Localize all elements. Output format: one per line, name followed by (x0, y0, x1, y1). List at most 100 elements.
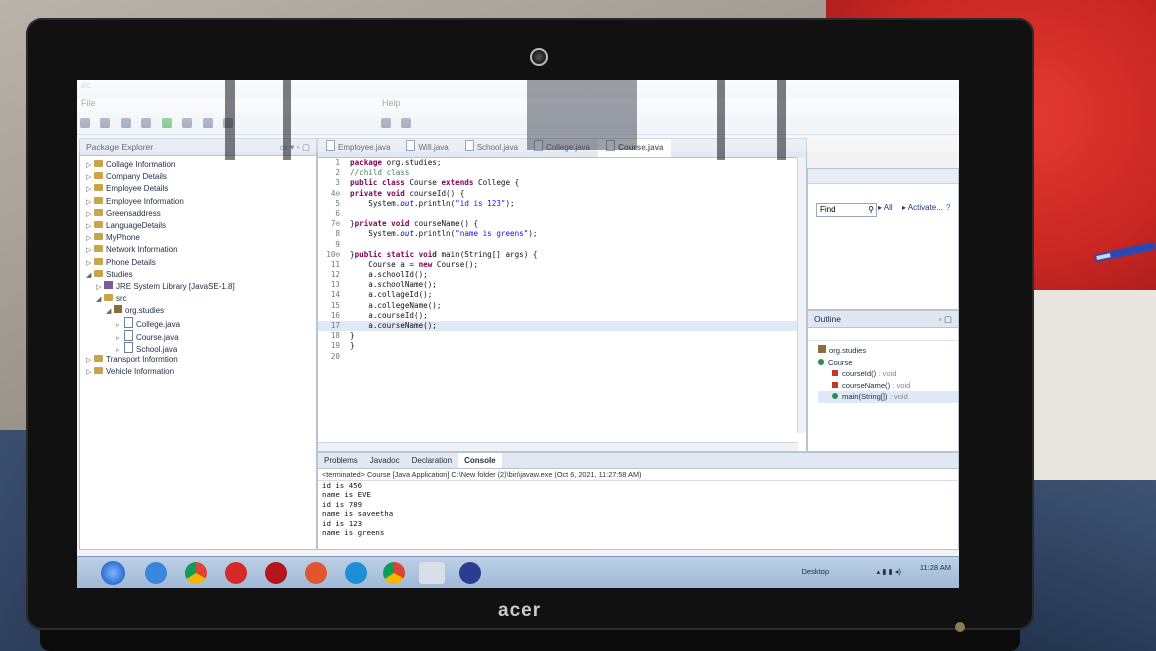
tree-item[interactable]: ▷ MyPhone (80, 232, 316, 244)
eclipse-icon[interactable] (459, 562, 481, 584)
code-line[interactable]: 16 a.courseId(); (318, 311, 806, 321)
code-line[interactable]: 8 System.out.println("name is greens"); (318, 229, 806, 239)
outline-item[interactable]: Course (818, 357, 958, 369)
editor-tab[interactable]: Employee.java (318, 139, 398, 157)
debug-icon[interactable] (141, 118, 152, 128)
tree-item[interactable]: ▹ College.java (80, 317, 316, 329)
expand-icon[interactable]: ▷ (86, 245, 94, 257)
view-minmax-icon[interactable]: ▫ ▢ (939, 311, 952, 327)
save-icon[interactable] (100, 118, 111, 128)
code-line[interactable]: 20 (318, 352, 806, 362)
outline-tab[interactable]: Outline ▫ ▢ (808, 311, 958, 328)
collapse-icon[interactable]: ◢ (96, 294, 104, 306)
outline-item[interactable]: courseName() : void (818, 380, 958, 392)
run-icon[interactable] (161, 118, 172, 128)
chrome-icon[interactable] (185, 562, 207, 584)
collapse-icon[interactable]: ◢ (106, 306, 114, 318)
outline-item[interactable]: courseId() : void (818, 368, 958, 380)
clock[interactable]: 11:28 AM (920, 563, 951, 572)
code-line[interactable]: 9 (318, 240, 806, 250)
explorer-icon[interactable] (419, 562, 445, 584)
back-icon[interactable] (380, 118, 391, 128)
tray-icons[interactable]: ▴ ▮ ▮ ◂) (876, 567, 901, 576)
app2-icon[interactable] (305, 562, 327, 584)
menu-file[interactable]: File (81, 98, 96, 108)
tree-item-label: Greensaddress (106, 208, 161, 218)
open-type-icon[interactable] (202, 118, 213, 128)
start-button[interactable] (101, 561, 125, 585)
bottom-tab[interactable]: Javadoc (364, 453, 406, 468)
code-line[interactable]: 12 a.schoolId(); (318, 270, 806, 280)
tree-item-label: College.java (136, 320, 181, 330)
tree-item[interactable]: ▷ Transport Informtion (80, 354, 316, 366)
java-file-icon (326, 140, 335, 151)
editor-vertical-scrollbar[interactable] (797, 157, 806, 433)
console-line: name is EVE (322, 490, 371, 500)
code-line[interactable]: 3 public class Course extends College { (318, 178, 806, 188)
code-line[interactable]: 14 a.collageId(); (318, 290, 806, 300)
tree-item[interactable]: ▹ Course.java (80, 329, 316, 342)
tree-item[interactable]: ▷ Greensaddress (80, 208, 316, 220)
all-filter[interactable]: ▸ All (878, 203, 893, 212)
code-line[interactable]: 2 //child class (318, 168, 806, 178)
editor-tab[interactable]: Wifi.java (398, 139, 456, 157)
line-number: 13 (330, 280, 340, 290)
print-icon[interactable] (120, 118, 131, 128)
package-explorer-tab[interactable]: Package Explorer ▭ ▾ ▫ ▢ (80, 139, 316, 156)
tree-item[interactable]: ▷ Network Information (80, 244, 316, 256)
bottom-tab[interactable]: Console (458, 453, 502, 468)
tree-item[interactable]: ▷ Company Details (80, 171, 316, 183)
tree-item[interactable]: ▷ JRE System Library [JavaSE-1.8] (80, 280, 316, 293)
tree-item[interactable]: ▷ Phone Details (80, 257, 316, 269)
tree-item[interactable]: ◢ org.studies (80, 305, 316, 317)
code-line[interactable]: 5 System.out.println("id is 123"); (318, 199, 806, 209)
console-output[interactable]: id is 456 name is EVE id is 789 name is sav… (318, 481, 958, 537)
desktop-toolbar-label[interactable]: Desktop (801, 567, 829, 576)
code-line[interactable]: 13 a.schoolName(); (318, 280, 806, 290)
tree-item[interactable]: ▷ LanguageDetails (80, 220, 316, 232)
outline-tree: org.studies Course courseId() : void course… (808, 341, 958, 403)
tree-item[interactable]: ▷ Collage Information (80, 159, 316, 171)
tree-item[interactable]: ◢ src (80, 293, 316, 305)
tree-item[interactable]: ▷ Employee Details (80, 183, 316, 195)
new-icon[interactable] (80, 118, 90, 128)
code-line[interactable]: 19} (318, 341, 806, 351)
code-line[interactable]: 10⊖}public static void main(String[] arg… (318, 250, 806, 260)
expand-icon[interactable]: ▷ (86, 184, 94, 196)
editor-tab[interactable]: School.java (457, 139, 526, 157)
activate-link[interactable]: ▸ Activate... (902, 203, 943, 212)
expand-icon[interactable]: ▷ (86, 367, 94, 379)
code-area[interactable]: 1 package org.studies; 2 //child class 3 publ… (318, 158, 806, 362)
code-line[interactable]: 15 a.collegeName(); (318, 301, 806, 311)
code-line[interactable]: 7⊖}private void courseName() { (318, 219, 806, 229)
tree-item[interactable]: ▹ School.java (80, 341, 316, 354)
code-line[interactable]: 18} (318, 331, 806, 341)
tree-item[interactable]: ▷ Vehicle Information (80, 366, 316, 378)
outline-item[interactable]: org.studies (818, 345, 958, 357)
code-line[interactable]: 1 package org.studies; (318, 158, 806, 168)
tree-item[interactable]: ▷ Employee Information (80, 196, 316, 208)
menu-help[interactable]: Help (382, 98, 401, 108)
class-icon (818, 358, 824, 365)
tree-item[interactable]: ◢ Studies (80, 269, 316, 281)
code-line[interactable]: 17 a.courseName(); (318, 321, 806, 332)
outline-item[interactable]: main(String[]) : void (818, 391, 958, 403)
code-line[interactable]: 6 (318, 209, 806, 219)
code-line[interactable]: 4⊖ private void courseId() { (318, 189, 806, 199)
expand-icon[interactable]: ▷ (86, 197, 94, 209)
bottom-tab[interactable]: Problems (318, 453, 364, 468)
expand-icon[interactable]: ▷ (86, 258, 94, 270)
collapse-icon[interactable]: ◢ (86, 270, 94, 282)
ie-icon[interactable] (145, 562, 167, 584)
chrome2-icon[interactable] (383, 562, 405, 584)
edge-icon[interactable] (345, 562, 367, 584)
bottom-tab[interactable]: Declaration (406, 453, 458, 468)
opera-icon[interactable] (225, 562, 247, 584)
new-class-icon[interactable] (182, 118, 193, 128)
code-line[interactable]: 11 Course a = new Course(); (318, 260, 806, 270)
forward-icon[interactable] (401, 118, 412, 128)
find-input[interactable]: Find ⚲ (816, 203, 877, 217)
help-icon[interactable]: ? (946, 203, 950, 212)
editor-horizontal-scrollbar[interactable] (318, 442, 798, 451)
app-icon[interactable] (265, 562, 287, 584)
